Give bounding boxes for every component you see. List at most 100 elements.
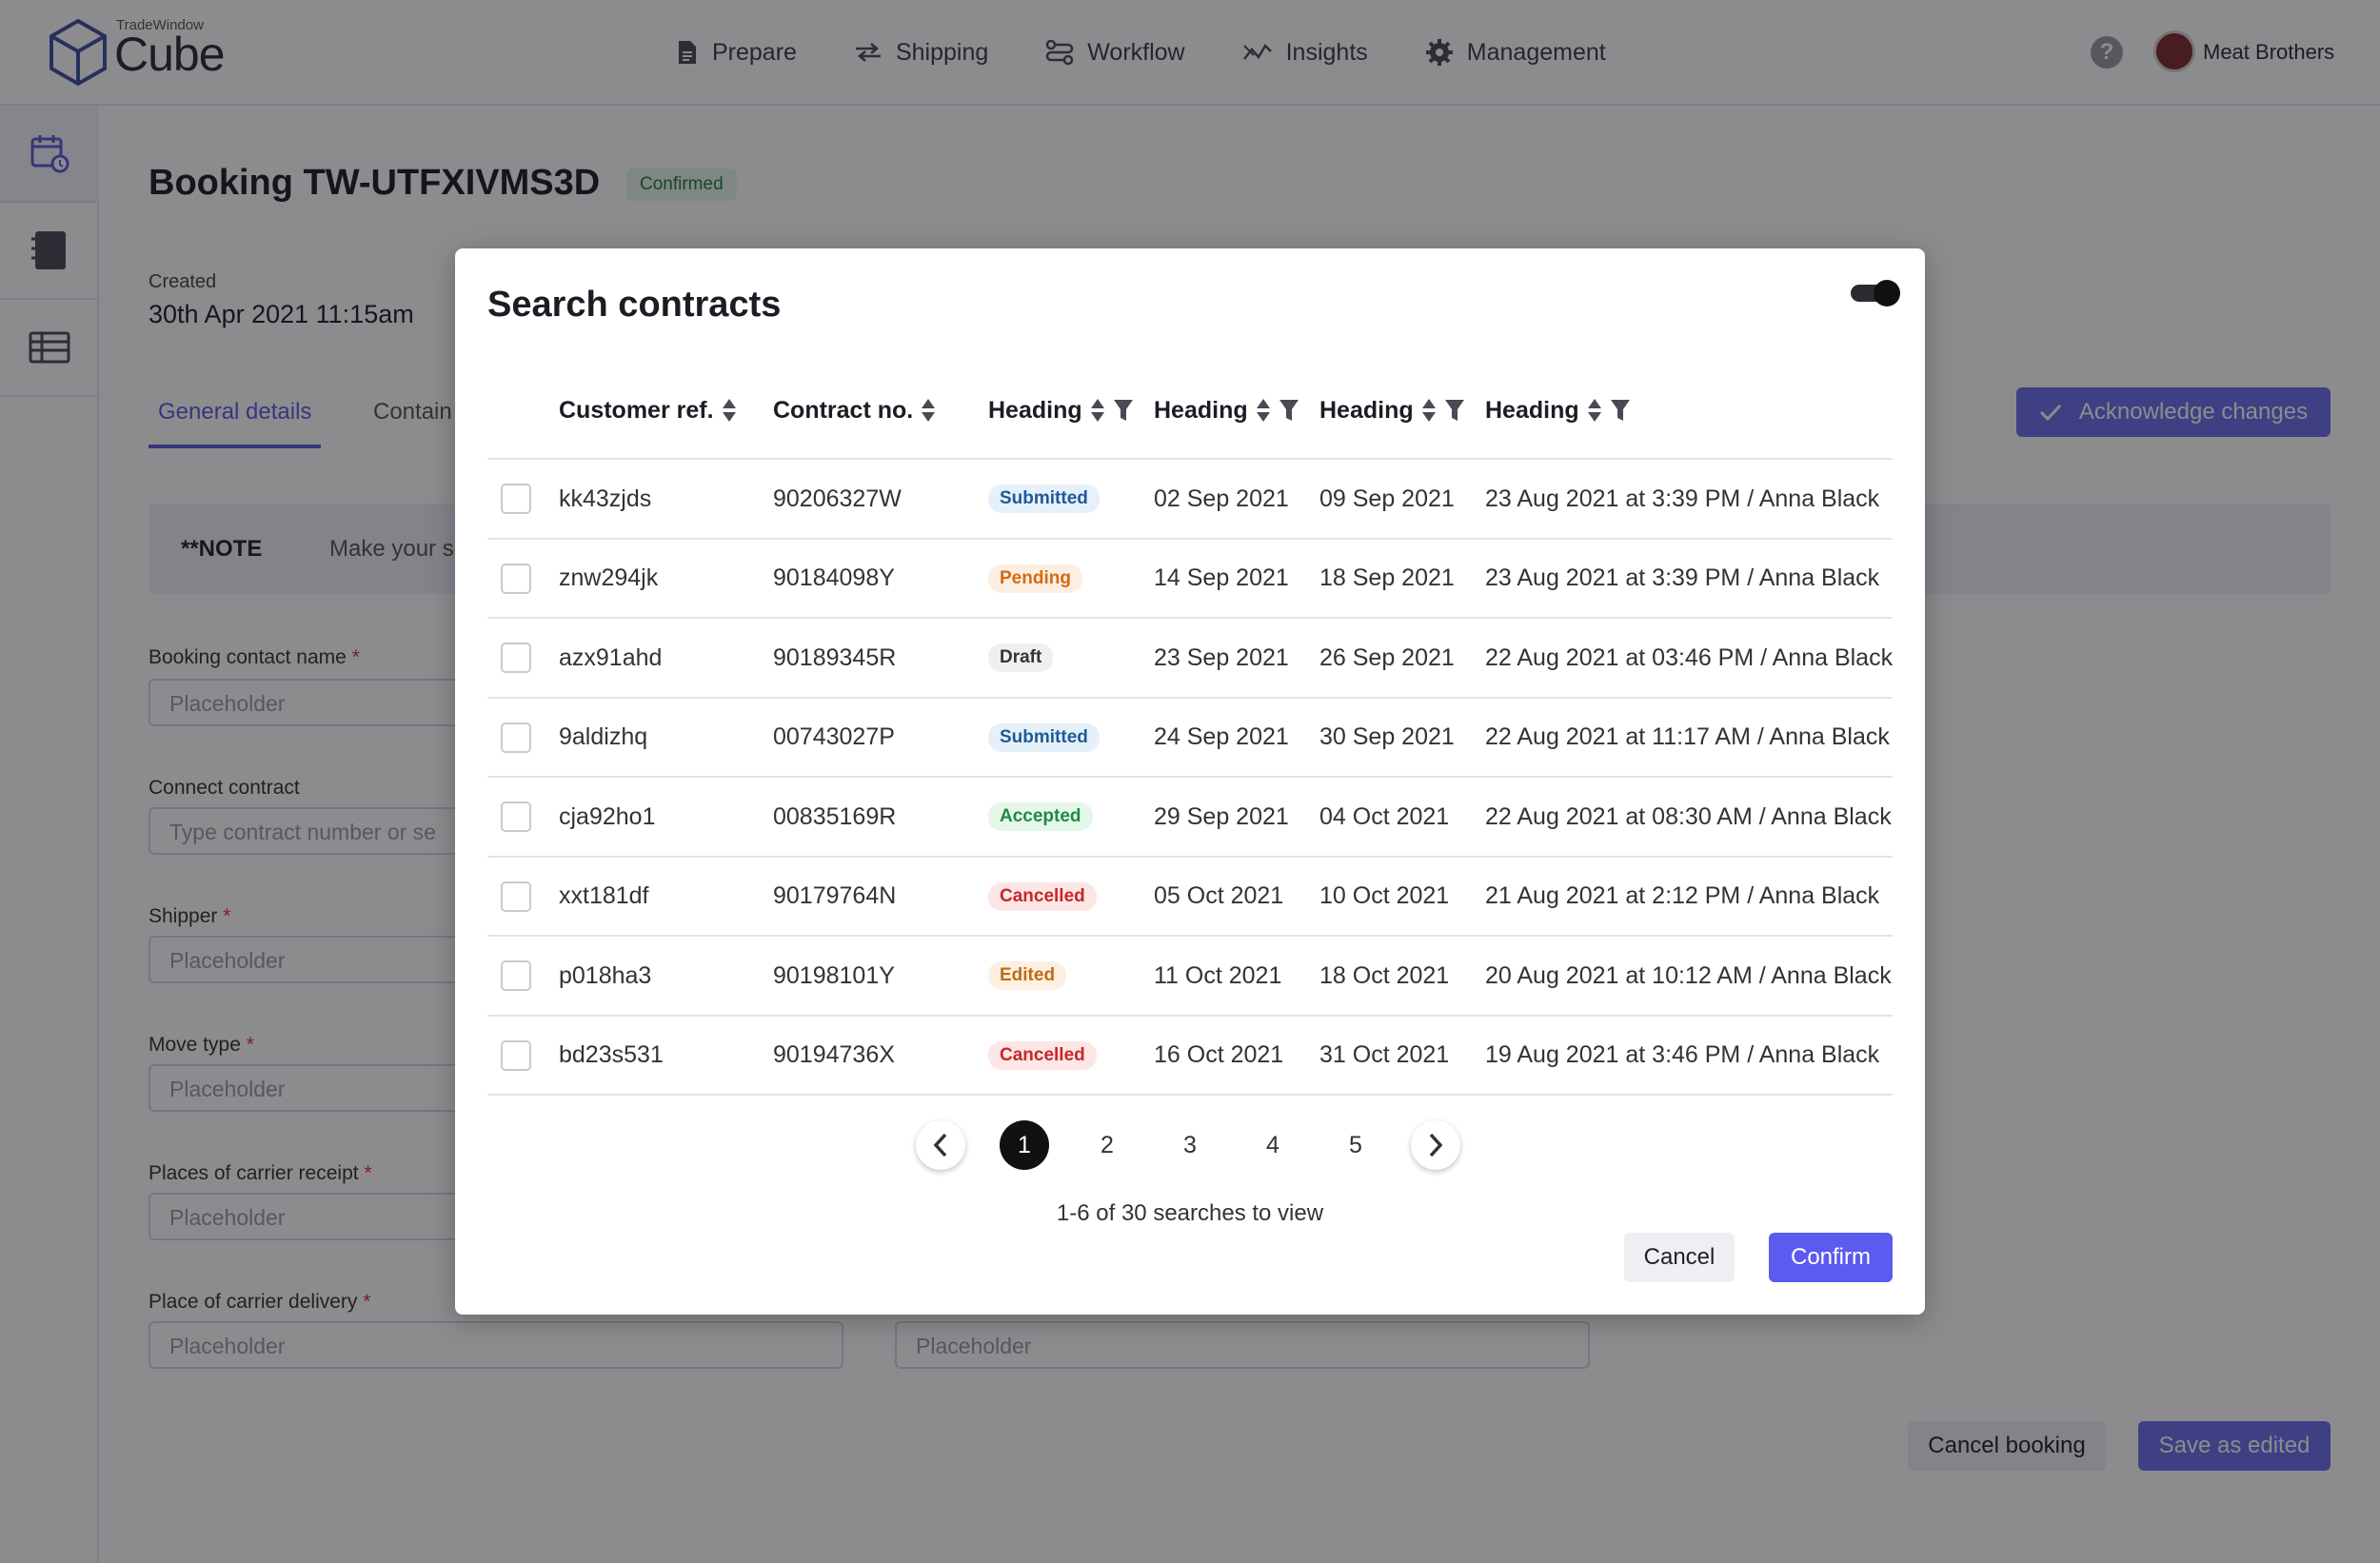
table-row[interactable]: znw294jk 90184098Y Pending 14 Sep 2021 18 Se… <box>487 540 1893 619</box>
customer-ref-cell: znw294jk <box>559 564 659 591</box>
page-4-button[interactable]: 4 <box>1248 1120 1298 1170</box>
column-header-label: Heading <box>1485 396 1579 424</box>
page-2-button[interactable]: 2 <box>1082 1120 1132 1170</box>
column-header-label: Customer ref. <box>559 396 714 424</box>
filter-icon[interactable] <box>1444 398 1465 423</box>
view-toggle[interactable] <box>1851 280 1900 307</box>
search-contracts-modal: Search contracts Customer ref. Contract … <box>455 248 1925 1315</box>
contract-no-cell: 90184098Y <box>773 564 895 591</box>
date-cell: 30 Sep 2021 <box>1319 723 1455 750</box>
table-row[interactable]: xxt181df 90179764N Cancelled 05 Oct 2021 10 … <box>487 858 1893 937</box>
customer-ref-cell: 9aldizhq <box>559 723 648 750</box>
updated-by-cell: 23 Aug 2021 at 3:39 PM / Anna Black <box>1485 485 1880 512</box>
status-badge: Accepted <box>988 802 1093 831</box>
updated-by-cell: 19 Aug 2021 at 3:46 PM / Anna Black <box>1485 1041 1880 1068</box>
sort-icon[interactable] <box>921 398 936 423</box>
row-checkbox[interactable] <box>501 643 531 673</box>
date-cell: 05 Oct 2021 <box>1154 882 1284 909</box>
status-badge: Submitted <box>988 485 1100 513</box>
updated-by-cell: 22 Aug 2021 at 11:17 AM / Anna Black <box>1485 723 1890 750</box>
previous-page-button[interactable] <box>916 1120 965 1170</box>
column-header-contract-no[interactable]: Contract no. <box>773 361 936 460</box>
table-header: Customer ref. Contract no. Heading Headi… <box>487 361 1893 460</box>
date-cell: 04 Oct 2021 <box>1319 802 1450 830</box>
date-cell: 09 Sep 2021 <box>1319 485 1455 512</box>
column-header-heading-3[interactable]: Heading <box>1319 361 1465 460</box>
status-cell: Submitted <box>988 460 1100 538</box>
page-3-button[interactable]: 3 <box>1165 1120 1215 1170</box>
table-row[interactable]: kk43zjds 90206327W Submitted 02 Sep 2021 09 … <box>487 460 1893 540</box>
date-cell: 18 Oct 2021 <box>1319 961 1450 989</box>
date-cell: 24 Sep 2021 <box>1154 723 1289 750</box>
status-badge: Edited <box>988 961 1067 990</box>
toggle-knob <box>1874 280 1900 307</box>
table-row[interactable]: azx91ahd 90189345R Draft 23 Sep 2021 26 Sep … <box>487 619 1893 699</box>
table-row[interactable]: cja92ho1 00835169R Accepted 29 Sep 2021 04 O… <box>487 778 1893 858</box>
customer-ref-cell: p018ha3 <box>559 961 652 989</box>
row-checkbox[interactable] <box>501 1039 531 1071</box>
sort-icon[interactable] <box>1587 398 1602 423</box>
column-header-heading-4[interactable]: Heading <box>1485 361 1631 460</box>
customer-ref-cell: cja92ho1 <box>559 802 656 830</box>
customer-ref-cell: kk43zjds <box>559 485 652 512</box>
customer-ref-cell: bd23s531 <box>559 1041 664 1068</box>
row-checkbox[interactable] <box>501 880 531 912</box>
updated-by-cell: 23 Aug 2021 at 3:39 PM / Anna Black <box>1485 564 1880 591</box>
date-cell: 26 Sep 2021 <box>1319 643 1455 671</box>
status-cell: Pending <box>988 540 1082 618</box>
updated-by-cell: 21 Aug 2021 at 2:12 PM / Anna Black <box>1485 882 1880 909</box>
chevron-left-icon <box>933 1133 947 1157</box>
page-5-button[interactable]: 5 <box>1331 1120 1380 1170</box>
date-cell: 23 Sep 2021 <box>1154 643 1289 671</box>
column-header-customer-ref[interactable]: Customer ref. <box>559 361 737 460</box>
cancel-button[interactable]: Cancel <box>1624 1233 1735 1282</box>
status-badge: Cancelled <box>988 1040 1097 1070</box>
row-checkbox[interactable] <box>501 801 531 832</box>
contract-no-cell: 90189345R <box>773 643 897 671</box>
column-header-label: Heading <box>1319 396 1414 424</box>
status-cell: Accepted <box>988 778 1093 856</box>
table-row[interactable]: bd23s531 90194736X Cancelled 16 Oct 2021 31 … <box>487 1017 1893 1096</box>
sort-icon[interactable] <box>722 398 737 423</box>
status-badge: Submitted <box>988 722 1100 752</box>
table-body: kk43zjds 90206327W Submitted 02 Sep 2021 09 … <box>487 460 1893 1096</box>
modal-title: Search contracts <box>487 285 782 325</box>
sort-icon[interactable] <box>1421 398 1437 423</box>
row-checkbox[interactable] <box>501 960 531 991</box>
filter-icon[interactable] <box>1113 398 1134 423</box>
column-header-label: Contract no. <box>773 396 914 424</box>
status-cell: Edited <box>988 937 1067 1015</box>
chevron-right-icon <box>1429 1133 1443 1157</box>
column-header-label: Heading <box>1154 396 1248 424</box>
date-cell: 02 Sep 2021 <box>1154 485 1289 512</box>
column-header-heading-2[interactable]: Heading <box>1154 361 1299 460</box>
filter-icon[interactable] <box>1610 398 1631 423</box>
date-cell: 10 Oct 2021 <box>1319 882 1450 909</box>
contract-no-cell: 90179764N <box>773 882 897 909</box>
status-badge: Pending <box>988 564 1082 593</box>
status-cell: Cancelled <box>988 858 1097 936</box>
date-cell: 14 Sep 2021 <box>1154 564 1289 591</box>
contract-no-cell: 00835169R <box>773 802 897 830</box>
next-page-button[interactable] <box>1411 1120 1460 1170</box>
confirm-button[interactable]: Confirm <box>1769 1233 1893 1282</box>
updated-by-cell: 20 Aug 2021 at 10:12 AM / Anna Black <box>1485 961 1892 989</box>
filter-icon[interactable] <box>1279 398 1299 423</box>
row-checkbox[interactable] <box>501 563 531 594</box>
table-row[interactable]: p018ha3 90198101Y Edited 11 Oct 2021 18 Oct … <box>487 937 1893 1017</box>
date-cell: 18 Sep 2021 <box>1319 564 1455 591</box>
table-row[interactable]: 9aldizhq 00743027P Submitted 24 Sep 2021 30 … <box>487 699 1893 778</box>
date-cell: 29 Sep 2021 <box>1154 802 1289 830</box>
sort-icon[interactable] <box>1256 398 1271 423</box>
updated-by-cell: 22 Aug 2021 at 08:30 AM / Anna Black <box>1485 802 1892 830</box>
date-cell: 11 Oct 2021 <box>1154 961 1282 989</box>
column-header-heading-1[interactable]: Heading <box>988 361 1134 460</box>
page-1-button[interactable]: 1 <box>1000 1120 1049 1170</box>
date-cell: 16 Oct 2021 <box>1154 1041 1284 1068</box>
sort-icon[interactable] <box>1090 398 1105 423</box>
row-checkbox[interactable] <box>501 722 531 753</box>
contract-no-cell: 90198101Y <box>773 961 895 989</box>
status-cell: Cancelled <box>988 1017 1097 1095</box>
contracts-table: Customer ref. Contract no. Heading Headi… <box>487 361 1893 1096</box>
row-checkbox[interactable] <box>501 484 531 514</box>
